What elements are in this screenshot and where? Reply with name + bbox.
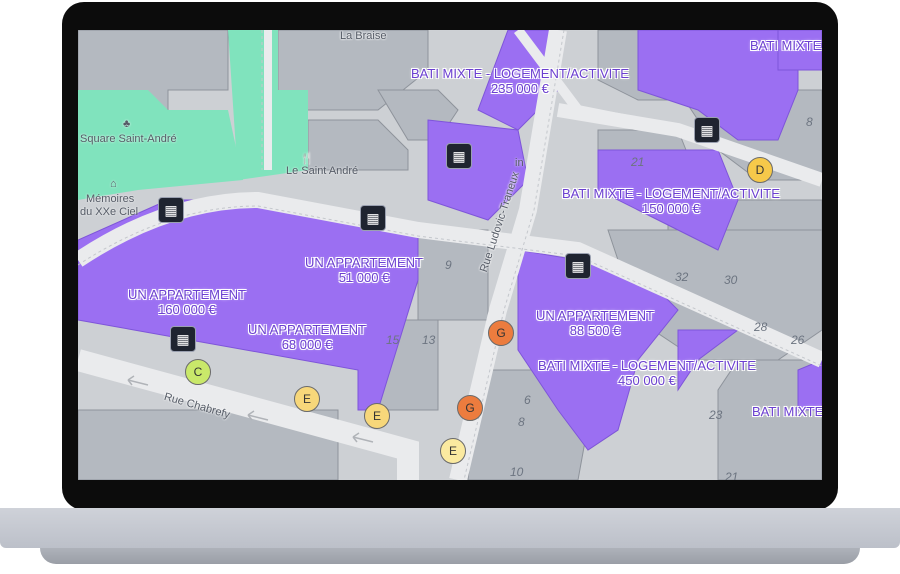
laptop-deck [0,508,900,548]
building-icon: ▦ [366,209,380,226]
poi-memoires-line1: Mémoires [86,193,135,205]
laptop-foot [40,548,860,564]
listing-type: UN APPARTEMENT [248,322,366,337]
energy-badge[interactable]: G [457,395,483,421]
plot-number: 23 [709,408,723,422]
plot-number: 28 [754,320,768,334]
plot-number: 9 [445,258,452,272]
building-pin[interactable]: ▦ [360,205,386,231]
map-view[interactable]: La Braise Rue Chabrefy Rue Ludovic-Trane… [78,30,822,480]
building-icon: ▦ [164,201,178,218]
listing-label[interactable]: UN APPARTEMENT 51 000 € [305,255,423,285]
building-pin[interactable]: ▦ [446,143,472,169]
listing-type: UN APPARTEMENT [536,308,654,323]
listing-type: BATI MIXTE - LOGEMENT/ACTIVITE [562,186,780,201]
poi-cut-label: in [515,157,524,169]
listing-type: BATI MIXTE - LOGEMENT/ACTIVITE [411,66,629,81]
energy-badge[interactable]: G [488,320,514,346]
building-pin[interactable]: ▦ [694,117,720,143]
poi-le-saint-andre: Le Saint André [286,165,359,177]
laptop-frame: La Braise Rue Chabrefy Rue Ludovic-Trane… [0,0,900,574]
building-pin[interactable]: ▦ [158,197,184,223]
energy-badge[interactable]: C [185,359,211,385]
plot-number: 21 [725,470,739,480]
energy-badge[interactable]: D [747,157,773,183]
plot-number: 10 [510,465,524,479]
listing-label[interactable]: BATI MIXTE - LOGEMENT/ACTIVITE 450 000 € [538,358,756,388]
building-icon: ▦ [176,330,190,347]
restaurant-icon: 🍴 [300,153,314,165]
listing-type: UN APPARTEMENT [305,255,423,270]
plot-number: 30 [724,273,738,287]
plot-number: 21 [631,155,645,169]
listing-label[interactable]: UN APPARTEMENT 88 500 € [536,308,654,338]
plot-number: 26 [791,333,805,347]
listing-label[interactable]: UN APPARTEMENT 160 000 € [128,287,246,317]
museum-icon: ⌂ [110,178,117,190]
listing-price: 150 000 € [642,201,700,216]
plot-number: 13 [422,333,436,347]
listing-label[interactable]: BATI MIXTE - LOGEMENT/ACTIVITE 150 000 € [562,186,780,216]
plot-number: 15 [386,333,400,347]
building-icon: ▦ [452,147,466,164]
poi-memoires-line2: du XXe Ciel [80,206,139,218]
energy-badge[interactable]: E [294,386,320,412]
plot-number: 8 [518,415,525,429]
building-pin[interactable]: ▦ [565,253,591,279]
listing-price: 68 000 € [281,337,333,352]
listing-type: BATI MIXTE - LOGEMENT/ACTIVITE [538,358,756,373]
building-icon: ▦ [700,121,714,138]
listing-label[interactable]: BATI MIXTE [752,404,822,419]
listing-price: 235 000 € [491,81,549,96]
listing-price: 160 000 € [158,302,216,317]
listing-price: 51 000 € [338,270,390,285]
listing-label[interactable]: BATI MIXTE [750,38,821,53]
tree-icon: ♣ [123,118,131,130]
plot-number: 8 [806,115,813,129]
poi-square-saint-andre: Square Saint-André [80,133,177,145]
listing-label[interactable]: BATI MIXTE - LOGEMENT/ACTIVITE 235 000 € [411,66,629,96]
listing-price: 88 500 € [569,323,621,338]
laptop-base [0,508,900,564]
plot-number: 6 [524,393,531,407]
building-icon: ▦ [571,257,585,274]
listing-type: BATI MIXTE [750,38,822,53]
listing-price: 450 000 € [618,373,676,388]
energy-badge[interactable]: E [364,403,390,429]
energy-badge[interactable]: E [440,438,466,464]
listing-type: UN APPARTEMENT [128,287,246,302]
street-label-la-braise: La Braise [340,30,387,42]
building-pin[interactable]: ▦ [170,326,196,352]
listing-type: BATI MIXTE [752,404,822,419]
plot-number: 32 [675,270,689,284]
listing-label[interactable]: UN APPARTEMENT 68 000 € [248,322,366,352]
